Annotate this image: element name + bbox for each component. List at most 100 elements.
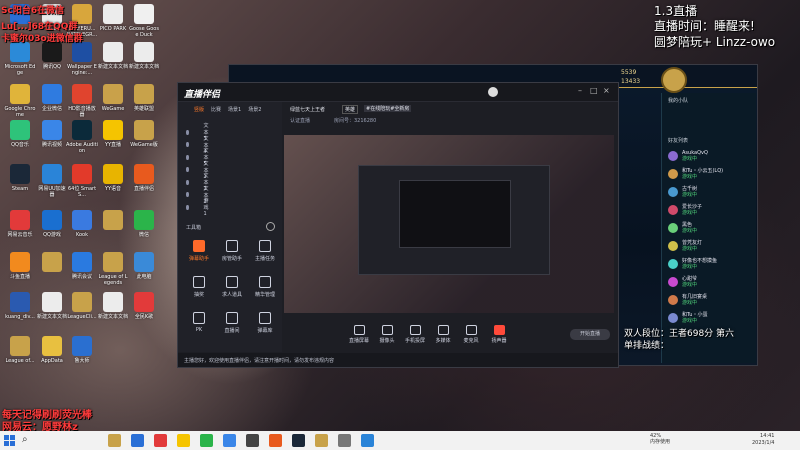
bottom-toolbar-button[interactable]: 麦克风	[456, 325, 486, 344]
scene-tab[interactable]: 竖版	[194, 106, 204, 113]
tool-button[interactable]: 抽奖	[182, 276, 216, 298]
preview-canvas[interactable]	[284, 135, 614, 313]
tool-button[interactable]: 直播间	[215, 312, 249, 334]
tool-button[interactable]: 主播任务	[248, 240, 282, 262]
friend-item[interactable]: 有几旧宴桌 游戏中	[668, 294, 707, 306]
desktop-icon[interactable]: Google Chrome	[4, 84, 36, 118]
friend-item[interactable]: 爱长沙子 游戏中	[668, 204, 702, 216]
friend-item[interactable]: 和Tu・小蛋 游戏中	[668, 312, 707, 324]
clock[interactable]: 14:41 2023/1/4	[752, 433, 774, 447]
toolbox-settings-icon[interactable]	[266, 222, 275, 231]
bottom-toolbar-button[interactable]: 多媒体	[428, 325, 458, 344]
desktop-icon[interactable]: 腾讯会议	[66, 252, 98, 280]
desktop-icon[interactable]: PICO PARK	[97, 4, 129, 32]
desktop-icon[interactable]: 网易云音乐	[4, 210, 36, 238]
taskbar-app-icon[interactable]	[361, 434, 374, 447]
scene-tab[interactable]: 比赛	[211, 106, 221, 113]
desktop-icon[interactable]: Microsoft Edge	[4, 42, 36, 76]
tool-button[interactable]: 精华管理	[248, 276, 282, 298]
bottom-toolbar-button[interactable]: 手机投屏	[400, 325, 430, 344]
start-icon[interactable]	[4, 435, 15, 446]
desktop-icon[interactable]: Adobe Audition	[66, 120, 98, 154]
desktop-icon[interactable]: 64位 SmartS...	[66, 164, 98, 198]
desktop-icon[interactable]: WeGame	[97, 84, 129, 112]
taskbar-app-icon[interactable]	[269, 434, 282, 447]
desktop-icon[interactable]: WeGame版	[128, 120, 160, 148]
bottom-toolbar-button[interactable]: 摄像头	[372, 325, 402, 344]
close-icon[interactable]: ×	[603, 86, 610, 95]
scene-tab[interactable]: 场景1	[228, 106, 241, 113]
tool-button[interactable]: 求人道具	[215, 276, 249, 298]
friend-item[interactable]: 心甜爷 游戏中	[668, 276, 697, 288]
taskbar-app-icon[interactable]	[154, 434, 167, 447]
desktop-icon[interactable]: 新建文本文档	[128, 42, 160, 70]
desktop-icon[interactable]: 腾讯QQ	[36, 42, 68, 70]
search-icon[interactable]: ⌕	[22, 434, 28, 445]
friend-item[interactable]: AsukaQvQ 游戏中	[668, 150, 708, 162]
desktop-icon[interactable]: 新建文本文档	[97, 292, 129, 320]
desktop-icon[interactable]: 企业微信	[36, 84, 68, 112]
friend-item[interactable]: 好像也不想摸鱼 游戏中	[668, 258, 717, 270]
taskbar-app-icon[interactable]	[131, 434, 144, 447]
desktop-icon[interactable]: 微信	[128, 210, 160, 238]
desktop-icon[interactable]: Steam	[4, 164, 36, 192]
desktop-icon[interactable]: 鲁大师	[66, 336, 98, 364]
tool-button[interactable]: PK	[182, 312, 216, 333]
taskbar-app-icon[interactable]	[338, 434, 351, 447]
friend-item[interactable]: 古千树 游戏中	[668, 186, 697, 198]
streamer-avatar[interactable]	[488, 87, 498, 97]
eye-icon[interactable]	[186, 204, 189, 210]
desktop-icon[interactable]: PLAYERU... BATTLEGR...	[66, 4, 98, 38]
desktop-icon[interactable]: YY语音	[97, 164, 129, 192]
maximize-icon[interactable]: □	[590, 86, 598, 95]
taskbar-app-icon[interactable]	[108, 434, 121, 447]
desktop-icon[interactable]: 腾讯视频	[36, 120, 68, 148]
start-live-button[interactable]: 开始直播	[570, 329, 610, 340]
desktop-icon[interactable]: kuang_div...	[4, 292, 36, 320]
tool-button[interactable]: 房管助手	[215, 240, 249, 262]
scene-tab[interactable]: 场景2	[248, 106, 261, 113]
friend-item[interactable]: 曾凭友灯 游戏中	[668, 240, 702, 252]
room-tag-2[interactable]: #在线陪玩#全新房	[364, 105, 412, 112]
taskbar-app-icon[interactable]	[315, 434, 328, 447]
taskbar-app-icon[interactable]	[292, 434, 305, 447]
desktop-icon[interactable]	[97, 210, 129, 232]
desktop-icon[interactable]: 全民K歌	[128, 292, 160, 320]
streamer-window[interactable]: 直播伴侣 – □ × 竖版 比赛 场景1 场景2 文本 3 文本 4 文本 5 文本 1 文本…	[177, 82, 619, 368]
lol-profile-avatar[interactable]	[661, 67, 687, 93]
desktop-icon[interactable]: 新建文本文档	[36, 292, 68, 320]
desktop-icon[interactable]: League of...	[4, 336, 36, 364]
desktop-icon[interactable]: 新建文本文档	[97, 42, 129, 70]
desktop-icon[interactable]: 英雄联盟	[128, 84, 160, 112]
desktop-icon[interactable]	[36, 252, 68, 274]
bottom-toolbar-button[interactable]: 扬声器	[484, 325, 514, 344]
desktop-icon[interactable]: 此电脑	[128, 252, 160, 280]
memory-widget[interactable]: 42% 内存使用	[650, 433, 670, 445]
desktop-icon[interactable]: 网易UU加速器	[36, 164, 68, 198]
desktop-icon[interactable]: YY直播	[97, 120, 129, 148]
desktop-icon[interactable]: 斗鱼直播	[4, 252, 36, 280]
app-icon	[103, 252, 123, 272]
tool-button[interactable]: 弹幕库	[248, 312, 282, 334]
taskbar-app-icon[interactable]	[200, 434, 213, 447]
desktop-icon[interactable]: 直播伴侣	[128, 164, 160, 192]
source-item[interactable]: 游戏 1	[186, 197, 211, 217]
desktop-icon[interactable]: Goose Goose Duck	[128, 4, 160, 38]
taskbar-app-icon[interactable]	[177, 434, 190, 447]
desktop-icon[interactable]: AppData	[36, 336, 68, 364]
minimize-icon[interactable]: –	[578, 86, 582, 95]
desktop-icon[interactable]: League of Legends	[97, 252, 129, 286]
desktop-icon[interactable]: QQ游戏	[36, 210, 68, 238]
desktop-icon[interactable]: HD影音播放器	[66, 84, 98, 118]
taskbar-app-icon[interactable]	[223, 434, 236, 447]
bottom-toolbar-button[interactable]: 直播屏幕	[344, 325, 374, 344]
friend-item[interactable]: 黑色 游戏中	[668, 222, 697, 234]
desktop-icon[interactable]: QQ音乐	[4, 120, 36, 148]
friend-item[interactable]: 和Tu・小云五(LQ) 游戏中	[668, 168, 723, 180]
desktop-icon[interactable]: Kook	[66, 210, 98, 238]
taskbar-app-icon[interactable]	[246, 434, 259, 447]
tool-button[interactable]: 弹幕助手	[182, 240, 216, 262]
room-tag-1[interactable]: 英雄	[342, 105, 359, 114]
desktop-icon[interactable]: LeagueCli...	[66, 292, 98, 320]
desktop-icon[interactable]: Wallpaper Engine:...	[66, 42, 98, 76]
